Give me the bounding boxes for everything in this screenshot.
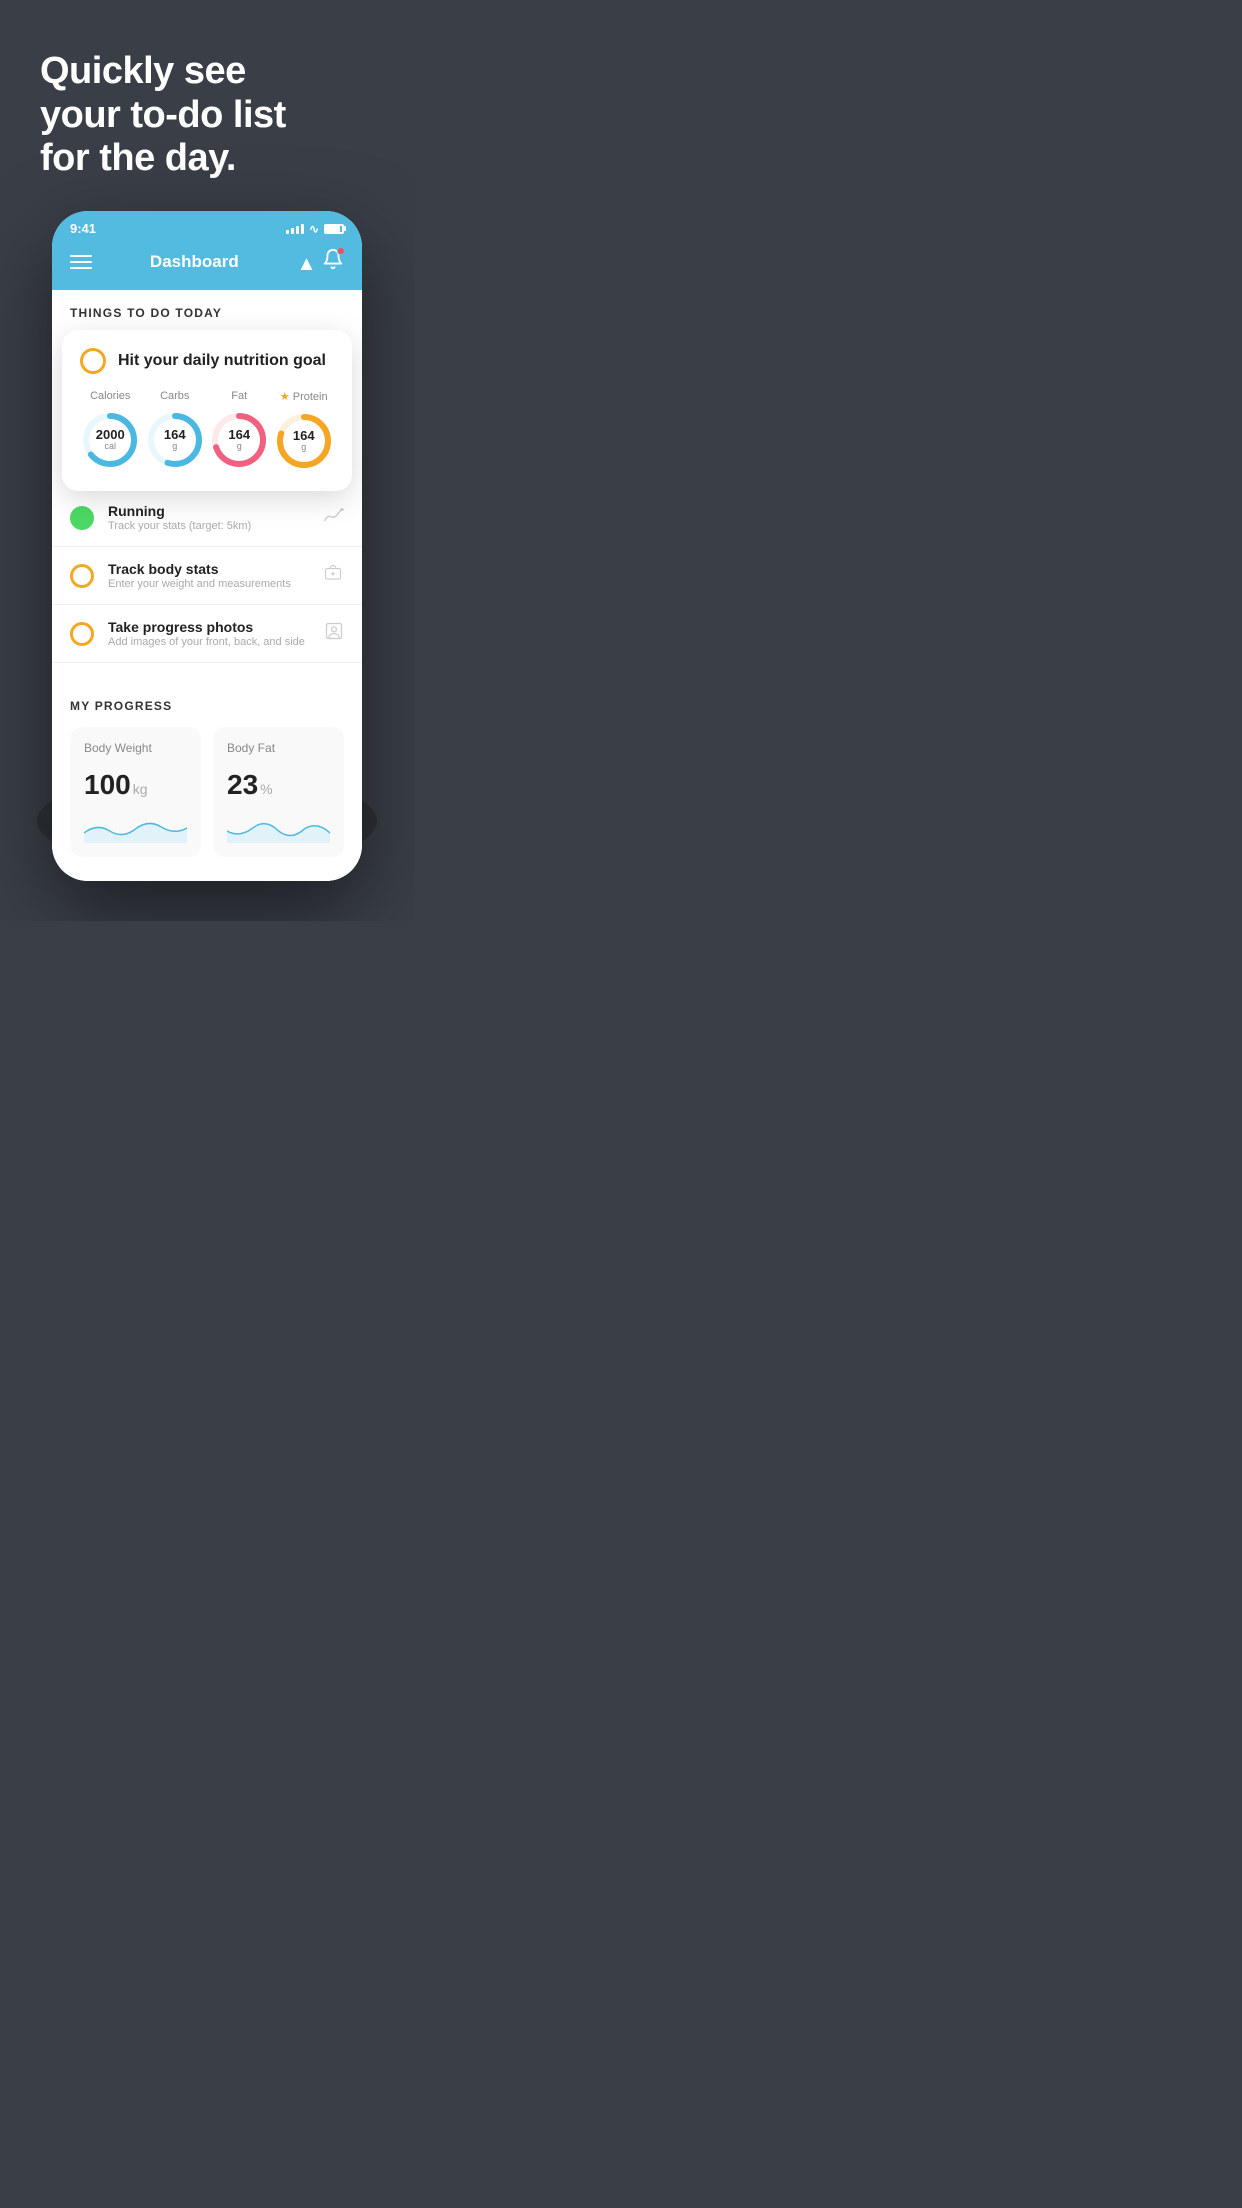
protein-star-icon: ★	[280, 390, 290, 403]
calories-donut: 2000 cal	[80, 410, 140, 470]
calories-value: 2000	[96, 428, 125, 442]
scale-icon	[322, 564, 344, 587]
nutrition-check-circle	[80, 348, 106, 374]
carbs-unit: g	[164, 442, 186, 452]
body-weight-value: 100kg	[84, 769, 187, 801]
protein-unit: g	[293, 443, 315, 453]
calories-label: Calories	[90, 390, 130, 402]
body-weight-wave	[84, 813, 187, 843]
todo-sub-running: Track your stats (target: 5km)	[108, 520, 308, 532]
signal-icon	[286, 224, 304, 234]
carbs-label: Carbs	[160, 390, 189, 402]
body-fat-value: 23%	[227, 769, 330, 801]
phone-frame: 9:41 ∿ Dashboard ▲	[52, 211, 362, 881]
phone-body: THINGS TO DO TODAY Hit your daily nutrit…	[52, 290, 362, 881]
todo-item-running[interactable]: Running Track your stats (target: 5km)	[52, 489, 362, 547]
wifi-icon: ∿	[309, 222, 319, 236]
todo-circle-running	[70, 506, 94, 530]
status-bar: 9:41 ∿	[52, 211, 362, 240]
todo-circle-photos	[70, 622, 94, 646]
things-section-header: THINGS TO DO TODAY	[52, 290, 362, 330]
nutrition-col-fat: Fat 164 g	[209, 390, 270, 470]
todo-list: Running Track your stats (target: 5km)	[52, 489, 362, 663]
calories-unit: cal	[96, 442, 125, 452]
nav-title: Dashboard	[150, 252, 239, 272]
nav-bar: Dashboard ▲	[52, 240, 362, 290]
progress-cards: Body Weight 100kg	[70, 727, 344, 881]
menu-button[interactable]	[70, 255, 92, 269]
todo-text-running: Running Track your stats (target: 5km)	[108, 503, 308, 532]
progress-header: MY PROGRESS	[70, 699, 344, 713]
carbs-donut: 164 g	[145, 410, 205, 470]
fat-unit: g	[228, 442, 250, 452]
todo-sub-photos: Add images of your front, back, and side	[108, 636, 310, 648]
protein-value: 164	[293, 429, 315, 443]
fat-donut: 164 g	[209, 410, 269, 470]
protein-donut: 164 g	[274, 411, 334, 471]
nutrition-col-calories: Calories 2000 cal	[80, 390, 141, 470]
nutrition-card-header: Hit your daily nutrition goal	[80, 348, 334, 374]
hero-heading: Quickly see your to-do list for the day.	[40, 50, 374, 181]
nutrition-col-protein: ★ Protein 164 g	[274, 390, 335, 471]
protein-label: ★ Protein	[280, 390, 328, 403]
status-time: 9:41	[70, 221, 96, 236]
body-fat-wave	[227, 813, 330, 843]
notification-button[interactable]: ▲	[297, 248, 344, 276]
nutrition-card[interactable]: Hit your daily nutrition goal Calories	[62, 330, 352, 491]
todo-sub-body-stats: Enter your weight and measurements	[108, 578, 308, 590]
todo-item-body-stats[interactable]: Track body stats Enter your weight and m…	[52, 547, 362, 605]
running-icon	[322, 506, 344, 529]
carbs-value: 164	[164, 428, 186, 442]
todo-circle-body-stats	[70, 564, 94, 588]
notification-dot	[337, 247, 345, 255]
phone-mockup: 9:41 ∿ Dashboard ▲	[0, 211, 414, 921]
fat-label: Fat	[231, 390, 247, 402]
status-icons: ∿	[286, 222, 344, 236]
body-fat-card[interactable]: Body Fat 23%	[213, 727, 344, 857]
nutrition-col-carbs: Carbs 164 g	[145, 390, 206, 470]
nutrition-card-title: Hit your daily nutrition goal	[118, 352, 326, 370]
nutrition-columns: Calories 2000 cal	[80, 390, 334, 471]
todo-title-running: Running	[108, 503, 308, 519]
body-fat-label: Body Fat	[227, 741, 330, 755]
todo-title-body-stats: Track body stats	[108, 561, 308, 577]
progress-section: MY PROGRESS Body Weight 100kg	[52, 679, 362, 881]
todo-title-photos: Take progress photos	[108, 619, 310, 635]
todo-text-body-stats: Track body stats Enter your weight and m…	[108, 561, 308, 590]
body-weight-label: Body Weight	[84, 741, 187, 755]
battery-icon	[324, 224, 344, 234]
todo-text-photos: Take progress photos Add images of your …	[108, 619, 310, 648]
background-page: Quickly see your to-do list for the day.…	[0, 0, 414, 921]
fat-value: 164	[228, 428, 250, 442]
hero-section: Quickly see your to-do list for the day.	[0, 0, 414, 211]
todo-item-photos[interactable]: Take progress photos Add images of your …	[52, 605, 362, 663]
body-weight-card[interactable]: Body Weight 100kg	[70, 727, 201, 857]
person-icon	[324, 621, 344, 646]
